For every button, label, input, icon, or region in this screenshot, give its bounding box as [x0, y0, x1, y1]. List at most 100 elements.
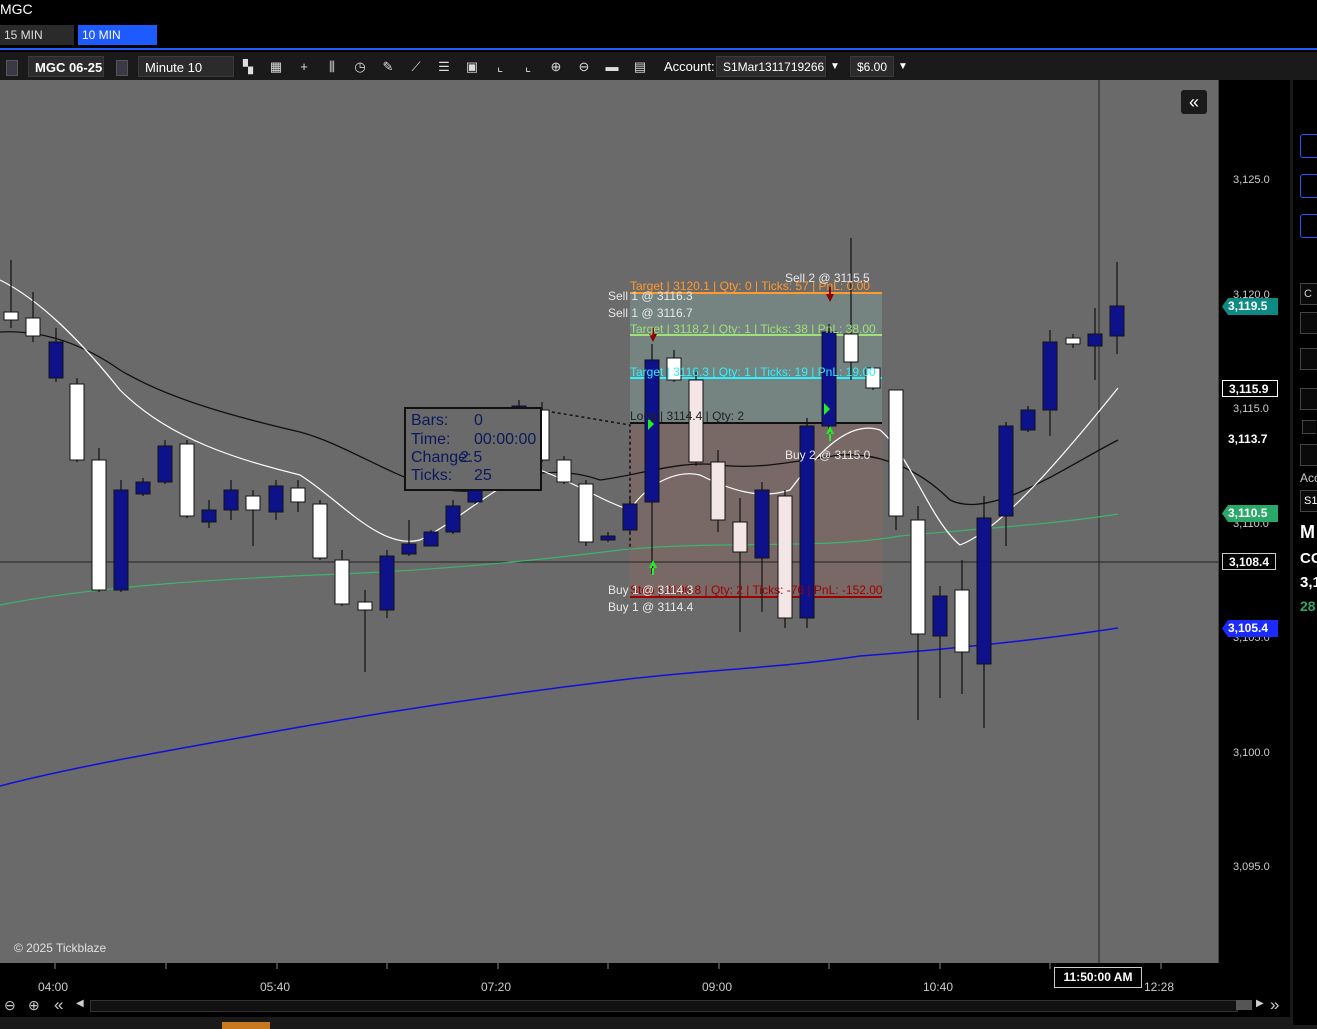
sell1a-label: Sell 1 @ 3116.3: [608, 289, 693, 303]
scroll-thumb[interactable]: [1236, 1000, 1252, 1010]
x-tick: 10:40: [923, 980, 954, 994]
candle-down[interactable]: [600, 535, 616, 541]
scroll-left-icon[interactable]: ◀: [76, 998, 84, 1009]
candle-up[interactable]: [843, 333, 859, 363]
collapse-panel-icon[interactable]: «: [1181, 90, 1207, 114]
indicators-icon[interactable]: ⫼: [324, 60, 340, 74]
candle-down[interactable]: [268, 485, 284, 513]
candle-up[interactable]: [312, 503, 328, 559]
panel-button[interactable]: [1300, 174, 1317, 198]
account-select[interactable]: S1Mar1311719266: [716, 56, 826, 77]
panel-symbol: M: [1300, 522, 1315, 542]
candle-up[interactable]: [357, 601, 373, 611]
candle-down[interactable]: [157, 445, 173, 483]
candle-up[interactable]: [25, 317, 41, 337]
candle-down[interactable]: [622, 503, 638, 531]
tab-15-min[interactable]: 15 MIN: [0, 25, 74, 45]
candle-down[interactable]: [1020, 409, 1036, 431]
symbol-field[interactable]: MGC 06-25: [28, 56, 104, 77]
price-tag-last: 3,119.5: [1222, 298, 1278, 315]
chart-settings-icon[interactable]: ▦: [268, 60, 284, 74]
candle-up[interactable]: [245, 495, 261, 511]
measure-icon[interactable]: ⌞: [520, 60, 536, 74]
symbol-color-swatch[interactable]: [6, 60, 18, 76]
bar-type-icon[interactable]: ▚: [240, 60, 256, 74]
scroll-end-icon[interactable]: »: [1270, 995, 1279, 1015]
panel-acc-value[interactable]: S1: [1300, 490, 1317, 512]
candle-up[interactable]: [290, 487, 306, 503]
candle-up[interactable]: [732, 521, 748, 553]
draw-pencil-icon[interactable]: ✎: [380, 60, 396, 74]
candle-up[interactable]: [69, 383, 85, 461]
candle-up[interactable]: [910, 519, 926, 635]
panel-field[interactable]: C: [1300, 283, 1317, 305]
timeframe-color-swatch[interactable]: [116, 60, 128, 76]
panel-button[interactable]: [1300, 134, 1317, 158]
amount-dropdown-icon[interactable]: ▼: [894, 58, 912, 76]
candle-up[interactable]: [578, 483, 594, 543]
panel-field[interactable]: [1300, 388, 1317, 410]
measure-info-box[interactable]: Bars: 0 Time: 00:00:00 Change: 2.5 Ticks…: [404, 407, 542, 491]
candle-down[interactable]: [201, 509, 217, 523]
axis-icon[interactable]: ⌞: [492, 60, 508, 74]
candle-up[interactable]: [179, 443, 195, 517]
candle-down[interactable]: [644, 359, 660, 503]
template-icon[interactable]: ▣: [464, 60, 480, 74]
candle-down[interactable]: [998, 425, 1014, 517]
time-axis[interactable]: [0, 963, 1218, 995]
zoom-in-icon[interactable]: ⊕: [28, 997, 40, 1014]
candle-up[interactable]: [3, 311, 19, 321]
panel-button[interactable]: [1300, 214, 1317, 238]
amount-select[interactable]: $6.00: [850, 56, 894, 77]
candle-up[interactable]: [777, 495, 793, 619]
scroll-right-icon[interactable]: ▶: [1256, 998, 1264, 1009]
zoom-out-icon[interactable]: ⊖: [4, 997, 16, 1014]
buy2-label: Buy 2 @ 3115.0: [785, 448, 871, 462]
candle-down[interactable]: [1087, 333, 1103, 347]
panel-checkbox[interactable]: [1302, 420, 1316, 434]
chart-scrollbar[interactable]: ⊖ ⊕ « ◀ ▶ »: [0, 995, 1290, 1017]
candle-up[interactable]: [954, 589, 970, 653]
candle-down[interactable]: [379, 555, 395, 611]
price-chart[interactable]: Target | 3120.1 | Qty: 0 | Ticks: 57 | P…: [0, 80, 1263, 963]
sell1b-label: Sell 1 @ 3116.7: [608, 306, 693, 320]
candle-down[interactable]: [48, 341, 64, 379]
tab-10-min[interactable]: 10 MIN: [78, 25, 157, 45]
chart-canvas[interactable]: Target | 3120.1 | Qty: 0 | Ticks: 57 | P…: [0, 80, 1218, 963]
candle-down[interactable]: [976, 517, 992, 665]
clock-icon[interactable]: ◷: [352, 60, 368, 74]
candle-down[interactable]: [1109, 305, 1125, 337]
candle-down[interactable]: [423, 531, 439, 547]
panel-field[interactable]: [1300, 348, 1317, 370]
candle-up[interactable]: [334, 559, 350, 605]
copyright-text: © 2025 Tickblaze: [14, 941, 107, 955]
candle-up[interactable]: [888, 389, 904, 517]
scroll-track[interactable]: [90, 1000, 1238, 1012]
folder-icon[interactable]: ▬: [604, 60, 620, 74]
candle-down[interactable]: [754, 489, 770, 559]
window-titlebar: MGC: [0, 0, 1317, 22]
candle-down[interactable]: [932, 595, 948, 637]
candle-up[interactable]: [556, 459, 572, 483]
candle-down[interactable]: [1042, 341, 1058, 411]
line-tool-icon[interactable]: ⟋: [408, 60, 424, 74]
list-icon[interactable]: ☰: [436, 60, 452, 74]
candle-up[interactable]: [710, 461, 726, 521]
candle-down[interactable]: [223, 489, 239, 511]
account-dropdown-icon[interactable]: ▼: [826, 58, 844, 76]
zoom-out-icon[interactable]: ⊖: [576, 60, 592, 74]
candle-down[interactable]: [113, 489, 129, 591]
candle-up[interactable]: [1065, 337, 1081, 345]
panel-field[interactable]: [1300, 444, 1317, 466]
candle-down[interactable]: [445, 505, 461, 533]
timeframe-field[interactable]: Minute 10: [138, 56, 234, 77]
save-icon[interactable]: ▤: [632, 60, 648, 74]
scroll-start-icon[interactable]: «: [54, 995, 63, 1015]
crosshair-icon[interactable]: +: [296, 60, 312, 74]
candle-up[interactable]: [91, 459, 107, 591]
zoom-in-icon[interactable]: ⊕: [548, 60, 564, 74]
panel-field[interactable]: [1300, 312, 1317, 334]
candle-down[interactable]: [401, 543, 417, 555]
x-tick: 04:00: [38, 980, 69, 994]
candle-down[interactable]: [135, 481, 151, 495]
